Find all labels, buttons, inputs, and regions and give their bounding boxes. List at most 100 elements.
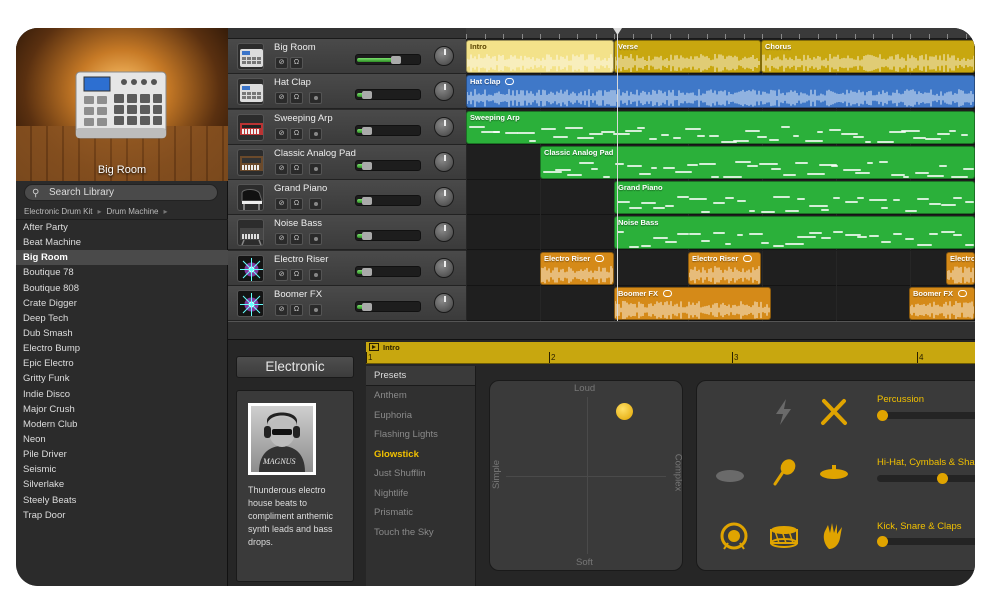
mute-button[interactable]: ⊘ <box>275 198 288 210</box>
track-lane[interactable]: Intro Verse Chorus <box>466 39 975 74</box>
volume-slider[interactable] <box>355 159 421 171</box>
mute-button[interactable]: ⊘ <box>275 92 288 105</box>
track-region[interactable]: Hat Clap <box>466 75 975 109</box>
tracks-timeline[interactable]: Intro Verse Chorus Hat Clap Sweeping Arp Clas… <box>466 28 975 321</box>
analog-synth-icon[interactable] <box>237 148 264 176</box>
track-region[interactable]: Electro <box>946 251 975 285</box>
kick-snare-claps-slider[interactable] <box>877 536 975 547</box>
record-enable-button[interactable] <box>309 233 322 246</box>
record-enable-button[interactable] <box>309 127 322 140</box>
volume-thumb[interactable] <box>362 161 372 170</box>
library-patch-item[interactable]: Boutique 808 <box>16 281 228 296</box>
library-patch-item[interactable]: Steely Beats <box>16 493 228 508</box>
playhead[interactable] <box>617 28 618 321</box>
headphones-icon[interactable]: Ω <box>290 233 303 246</box>
complexity-loudness-pad[interactable]: Loud Soft Simple Complex <box>489 380 683 571</box>
hand-clap-icon[interactable] <box>819 521 849 551</box>
track-region[interactable]: Electro Riser <box>540 251 614 285</box>
headphones-icon[interactable]: Ω <box>290 127 303 140</box>
mute-button[interactable]: ⊘ <box>275 127 288 140</box>
track-header[interactable]: Boomer FX ⊘ Ω <box>228 285 466 321</box>
pan-knob[interactable] <box>434 257 454 278</box>
track-header[interactable]: Noise Bass ⊘ Ω <box>228 215 466 251</box>
headphones-icon[interactable]: Ω <box>290 57 303 69</box>
mute-button[interactable]: ⊘ <box>275 162 288 175</box>
volume-slider[interactable] <box>355 300 421 312</box>
track-header[interactable]: Grand Piano ⊘ Ω <box>228 180 466 215</box>
volume-slider[interactable] <box>355 230 421 242</box>
lightning-icon[interactable] <box>769 397 799 427</box>
headphones-icon[interactable]: Ω <box>290 303 303 316</box>
volume-slider[interactable] <box>355 195 421 206</box>
library-patch-item[interactable]: After Party <box>16 220 228 235</box>
synth-keyboard-icon[interactable] <box>237 113 264 141</box>
track-region[interactable]: Sweeping Arp <box>466 110 975 144</box>
pan-knob[interactable] <box>434 292 454 313</box>
slider-thumb[interactable] <box>937 473 948 484</box>
record-enable-button[interactable] <box>309 92 322 105</box>
record-enable-button[interactable] <box>309 268 322 281</box>
volume-thumb[interactable] <box>362 267 372 276</box>
library-patch-item[interactable]: Dub Smash <box>16 326 228 341</box>
play-region-icon[interactable] <box>369 343 379 351</box>
library-patch-item[interactable]: Silverlake <box>16 477 228 492</box>
kick-drum-icon[interactable] <box>719 521 749 551</box>
record-enable-button[interactable] <box>309 198 322 210</box>
library-patch-item[interactable]: Pile Driver <box>16 447 228 462</box>
track-region[interactable]: Classic Analog Pad <box>540 145 975 179</box>
preset-item[interactable]: Just Shufflin <box>366 464 475 484</box>
track-lane[interactable]: Hat Clap <box>466 74 975 110</box>
pad-puck[interactable] <box>616 403 633 420</box>
library-patch-item[interactable]: Neon <box>16 432 228 447</box>
search-library-field[interactable]: ⚲ Search Library <box>24 184 218 201</box>
track-region[interactable]: Chorus <box>761 40 975 73</box>
breadcrumb-item[interactable]: Drum Machine <box>106 207 158 216</box>
bass-synth-icon[interactable] <box>237 219 264 247</box>
track-region[interactable]: Grand Piano <box>614 181 975 214</box>
timeline-ruler[interactable] <box>466 28 975 39</box>
track-lane[interactable]: Noise Bass <box>466 215 975 251</box>
library-patch-item[interactable]: Big Room <box>16 250 228 266</box>
mute-button[interactable]: ⊘ <box>275 233 288 246</box>
library-patch-item[interactable]: Indie Disco <box>16 387 228 402</box>
track-region[interactable]: Intro <box>466 40 614 73</box>
drumsticks-icon[interactable] <box>819 397 849 427</box>
volume-slider[interactable] <box>355 89 421 101</box>
track-header[interactable]: Electro Riser ⊘ Ω <box>228 250 466 286</box>
volume-slider[interactable] <box>355 54 421 65</box>
record-enable-button[interactable] <box>309 303 322 316</box>
sparkle-fx-icon[interactable] <box>237 289 264 317</box>
headphones-icon[interactable]: Ω <box>290 92 303 105</box>
volume-thumb[interactable] <box>362 126 372 135</box>
headphones-icon[interactable]: Ω <box>290 162 303 175</box>
breadcrumb-item[interactable]: Electronic Drum Kit <box>24 207 92 216</box>
track-lane[interactable]: Electro Riser Electro Riser Electro <box>466 250 975 286</box>
library-patch-item[interactable]: Modern Club <box>16 417 228 432</box>
track-region[interactable]: Boomer FX <box>614 286 771 320</box>
slider-thumb[interactable] <box>877 536 888 547</box>
volume-thumb[interactable] <box>391 56 401 64</box>
track-lane[interactable]: Grand Piano <box>466 180 975 215</box>
preset-item[interactable]: Prismatic <box>366 503 475 523</box>
track-lane[interactable]: Sweeping Arp <box>466 109 975 145</box>
piano-icon[interactable] <box>237 184 264 211</box>
percussion-slider[interactable] <box>877 410 975 421</box>
record-enable-button[interactable] <box>309 162 322 175</box>
pan-knob[interactable] <box>434 187 454 207</box>
headphones-icon[interactable]: Ω <box>290 268 303 281</box>
drum-machine-icon[interactable] <box>237 43 264 70</box>
track-region[interactable]: Noise Bass <box>614 216 975 250</box>
preset-item[interactable]: Touch the Sky <box>366 523 475 543</box>
track-header[interactable]: Classic Analog Pad ⊘ Ω <box>228 144 466 180</box>
mute-button[interactable]: ⊘ <box>275 268 288 281</box>
mute-button[interactable]: ⊘ <box>275 303 288 316</box>
slider-thumb[interactable] <box>877 410 888 421</box>
library-patch-item[interactable]: Gritty Funk <box>16 371 228 386</box>
genre-title[interactable]: Electronic <box>236 356 354 378</box>
preset-item[interactable]: Anthem <box>366 386 475 406</box>
library-patch-item[interactable]: Seismic <box>16 462 228 477</box>
volume-thumb[interactable] <box>362 197 372 205</box>
preset-item[interactable]: Flashing Lights <box>366 425 475 445</box>
track-header[interactable]: Sweeping Arp ⊘ Ω <box>228 109 466 145</box>
preset-item[interactable]: Nightlife <box>366 484 475 504</box>
